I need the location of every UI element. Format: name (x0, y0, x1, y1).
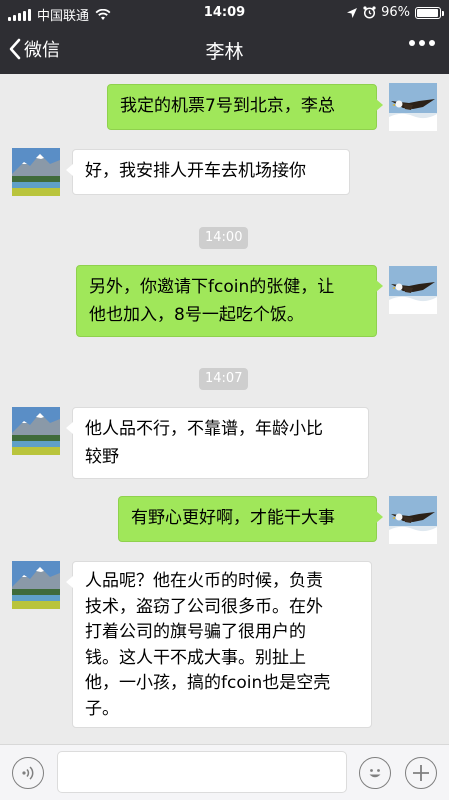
battery-icon (415, 6, 444, 19)
timestamp-divider: 14:07 (199, 368, 249, 390)
message-text-line: 子。 (85, 698, 119, 719)
more-dot-icon (419, 40, 425, 46)
more-options-button[interactable] (409, 40, 435, 46)
message-text-line: 另外，你邀请下fcoin的张健，让 (89, 277, 335, 297)
message-text: 好，我安排人开车去机场接你 (85, 161, 306, 181)
status-bar: 中国联通 14:09 96% (0, 0, 449, 26)
message-text: 有野心更好啊，才能干大事 (131, 508, 335, 528)
chat-title: 李林 (205, 41, 244, 63)
voice-icon (22, 766, 34, 780)
timestamp-divider: 14:00 (199, 227, 249, 249)
plus-icon (413, 765, 429, 781)
message-text-line: 他，一小孩，搞的fcoin也是空壳 (85, 673, 331, 693)
my-avatar[interactable] (389, 83, 437, 131)
message-text-line: 人品呢？他在火币的时候，负责 (85, 571, 323, 591)
message-text-line: 钱。这人干不成大事。别扯上 (85, 647, 306, 668)
alarm-icon (363, 6, 376, 19)
voice-button[interactable] (12, 757, 44, 789)
location-arrow-icon (347, 7, 358, 18)
battery-percent: 96% (381, 5, 410, 20)
contact-avatar[interactable] (12, 407, 60, 455)
emoji-icon (369, 769, 381, 778)
status-right: 96% (346, 5, 444, 20)
contact-avatar[interactable] (12, 561, 60, 609)
input-bar (0, 744, 449, 800)
contact-avatar[interactable] (12, 148, 60, 196)
plus-button[interactable] (405, 757, 437, 789)
my-avatar[interactable] (389, 496, 437, 544)
message-bubble-sent[interactable]: 我定的机票7号到北京，李总 (107, 84, 383, 130)
more-dot-icon (429, 40, 435, 46)
message-bubble-sent[interactable]: 另外，你邀请下fcoin的张健，让 他也加入，8号一起吃个饭。 (76, 265, 383, 337)
message-text-line: 打着公司的旗号骗了很用户的 (85, 622, 306, 642)
message-text: 我定的机票7号到北京，李总 (120, 96, 335, 116)
message-bubble-received[interactable]: 他人品不行，不靠谱，年龄小比 较野 (66, 407, 369, 479)
message-text-line: 技术，盗窃了公司很多币。在外 (85, 596, 323, 617)
emoji-button[interactable] (359, 757, 391, 789)
nav-bar: 微信 李林 (0, 26, 449, 74)
message-bubble-sent[interactable]: 有野心更好啊，才能干大事 (118, 496, 383, 542)
more-dot-icon (409, 40, 415, 46)
message-bubble-received[interactable]: 好，我安排人开车去机场接你 (66, 149, 350, 195)
message-bubble-received[interactable]: 人品呢？他在火币的时候，负责 技术，盗窃了公司很多币。在外 打着公司的旗号骗了很… (66, 561, 372, 728)
my-avatar[interactable] (389, 266, 437, 314)
message-text-line: 他人品不行，不靠谱，年龄小比 (85, 419, 323, 439)
message-text-line: 较野 (85, 447, 119, 467)
message-input[interactable] (57, 751, 347, 793)
message-text-line: 他也加入，8号一起吃个饭。 (89, 305, 304, 325)
battery-level (417, 8, 439, 17)
